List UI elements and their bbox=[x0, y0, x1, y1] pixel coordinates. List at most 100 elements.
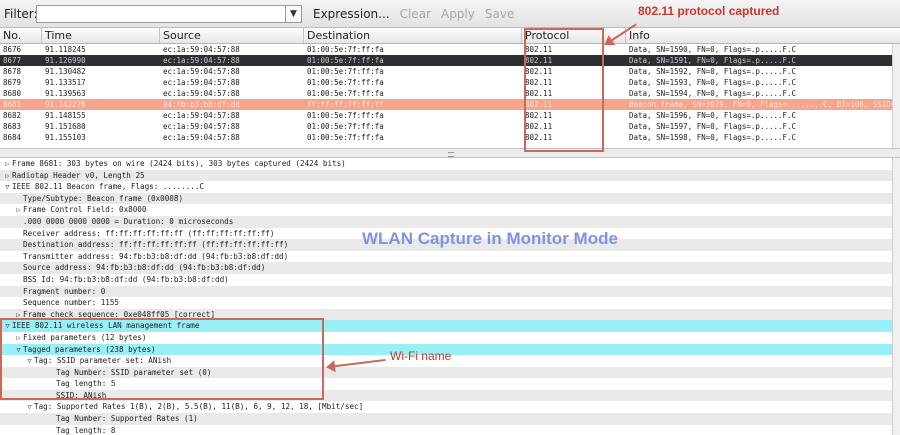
packet-cell-no: 8677 bbox=[3, 56, 22, 65]
detail-row[interactable]: ▷ Frame 8681: 303 bytes on wire (2424 bit… bbox=[0, 158, 900, 170]
packet-list: No. Time Source Destination Protocol Inf… bbox=[0, 28, 900, 148]
packet-row[interactable]: 8679 91.133517 ec:1a:59:04:57:88 01:00:5e:7… bbox=[0, 77, 900, 88]
detail-row[interactable]: ▽ IEEE 802.11 Beacon frame, Flags: ......… bbox=[0, 181, 900, 193]
packet-row[interactable]: 8684 91.155103 ec:1a:59:04:57:88 01:00:5e:7… bbox=[0, 132, 900, 143]
packet-cell-no: 8678 bbox=[3, 67, 22, 76]
filter-dropdown-icon[interactable]: ▼ bbox=[286, 4, 302, 23]
detail-row[interactable]: Fragment number: 0 bbox=[0, 285, 900, 298]
packet-cell-time: 91.130482 bbox=[45, 67, 86, 76]
packet-cell-no: 8682 bbox=[3, 111, 22, 120]
watermark-title: WLAN Capture in Monitor Mode bbox=[362, 229, 618, 248]
packet-cell-info: Data, SN=1591, FN=0, Flags=.p.....F.C bbox=[629, 56, 797, 65]
packet-cell-dst: 01:00:5e:7f:ff:fa bbox=[307, 56, 384, 65]
packet-cell-src: ec:1a:59:04:57:88 bbox=[163, 133, 240, 142]
save-button[interactable]: Save bbox=[480, 7, 519, 21]
protocol-highlight-box bbox=[524, 28, 604, 152]
packet-cell-no: 8679 bbox=[3, 78, 22, 87]
packet-cell-src: ec:1a:59:04:57:88 bbox=[163, 67, 240, 76]
column-header-info[interactable]: Info bbox=[626, 28, 900, 43]
packet-cell-src: ec:1a:59:04:57:88 bbox=[163, 78, 240, 87]
detail-text: Tag length: 8 bbox=[56, 425, 116, 435]
protocol-callout: 802.11 protocol captured bbox=[638, 4, 780, 18]
detail-row[interactable]: Tag Number: Supported Rates (1) bbox=[0, 413, 900, 425]
packet-cell-dst: 01:00:5e:7f:ff:fa bbox=[307, 78, 384, 87]
packet-row[interactable]: 8683 91.151680 ec:1a:59:04:57:88 01:00:5e:7… bbox=[0, 121, 900, 132]
packet-row[interactable]: 8682 91.148155 ec:1a:59:04:57:88 01:00:5e:7… bbox=[0, 110, 900, 121]
packet-cell-src: ec:1a:59:04:57:88 bbox=[163, 89, 240, 98]
packet-row[interactable]: 8680 91.139563 ec:1a:59:04:57:88 01:00:5e:7… bbox=[0, 88, 900, 99]
wifi-name-callout: Wi-Fi name bbox=[390, 349, 452, 363]
packet-cell-no: 8681 bbox=[3, 100, 22, 109]
packet-cell-no: 8683 bbox=[3, 122, 22, 131]
packet-cell-dst: ff:ff:ff:ff:ff:ff bbox=[307, 100, 384, 109]
detail-text: Tag Number: Supported Rates (1) bbox=[56, 414, 198, 424]
packet-cell-src: ec:1a:59:04:57:88 bbox=[163, 45, 240, 54]
packet-cell-time: 91.118245 bbox=[45, 45, 86, 54]
packet-cell-src: ec:1a:59:04:57:88 bbox=[163, 111, 240, 120]
packet-cell-time: 91.155103 bbox=[45, 133, 86, 142]
detail-text: Frame 8681: 303 bytes on wire (2424 bits… bbox=[12, 159, 346, 168]
detail-text: Type/Subtype: Beacon frame (0x0008) bbox=[23, 193, 184, 203]
packet-cell-src: ec:1a:59:04:57:88 bbox=[163, 56, 240, 65]
detail-row[interactable]: ▷ Frame Control Field: 0x8000 bbox=[0, 204, 900, 216]
packet-cell-info: Data, SN=1594, FN=0, Flags=.p.....F.C bbox=[629, 89, 797, 98]
packet-cell-info: Data, SN=1598, FN=0, Flags=.p.....F.C bbox=[629, 133, 797, 142]
apply-button[interactable]: Apply bbox=[436, 7, 480, 21]
detail-text: BSS Id: 94:fb:b3:b8:df:dd (94:fb:b3:b8:d… bbox=[23, 274, 229, 284]
packet-row[interactable]: 8681 91.142276 94:fb:b3:b8:df:dd ff:ff:ff:f… bbox=[0, 99, 900, 110]
filter-input[interactable] bbox=[36, 4, 286, 23]
packet-cell-src: 94:fb:b3:b8:df:dd bbox=[163, 100, 240, 109]
packet-cell-no: 8680 bbox=[3, 89, 22, 98]
packet-cell-no: 8676 bbox=[3, 45, 22, 54]
detail-text: Destination address: ff:ff:ff:ff:ff:ff (… bbox=[23, 240, 289, 250]
packet-rows: 8676 91.118245 ec:1a:59:04:57:88 01:00:5e:7… bbox=[0, 44, 900, 143]
detail-row[interactable]: Tag length: 8 bbox=[0, 425, 900, 435]
detail-text: Radiotap Header v0, Length 25 bbox=[12, 170, 145, 180]
wifi-name-highlight-box bbox=[0, 318, 324, 400]
details-scrollbar[interactable] bbox=[892, 158, 900, 435]
column-header-destination[interactable]: Destination bbox=[304, 28, 522, 43]
column-header-source[interactable]: Source bbox=[160, 28, 304, 43]
detail-row[interactable]: Sequence number: 1155 bbox=[0, 297, 900, 309]
packet-cell-dst: 01:00:5e:7f:ff:fa bbox=[307, 133, 384, 142]
detail-row[interactable]: Type/Subtype: Beacon frame (0x0008) bbox=[0, 192, 900, 205]
packet-cell-dst: 01:00:5e:7f:ff:fa bbox=[307, 122, 384, 131]
detail-text: Tag: Supported Rates 1(B), 2(B), 5.5(B),… bbox=[34, 402, 364, 412]
detail-row[interactable]: ▷ Radiotap Header v0, Length 25 bbox=[0, 169, 900, 182]
packet-cell-time: 91.126990 bbox=[45, 56, 86, 65]
detail-row[interactable]: Transmitter address: 94:fb:b3:b8:df:dd (… bbox=[0, 251, 900, 263]
packet-cell-dst: 01:00:5e:7f:ff:fa bbox=[307, 111, 384, 120]
packet-cell-dst: 01:00:5e:7f:ff:fa bbox=[307, 45, 384, 54]
packet-row[interactable]: 8677 91.126990 ec:1a:59:04:57:88 01:00:5e:7… bbox=[0, 55, 900, 66]
expression-button[interactable]: Expression... bbox=[308, 7, 395, 21]
packet-cell-info: Beacon frame, SN=3079, FN=0, Flags=.....… bbox=[629, 100, 900, 109]
column-header-no[interactable]: No. bbox=[0, 28, 42, 43]
detail-text: Sequence number: 1155 bbox=[23, 298, 120, 308]
packet-cell-time: 91.133517 bbox=[45, 78, 86, 87]
packet-cell-time: 91.139563 bbox=[45, 89, 86, 98]
detail-text: Fragment number: 0 bbox=[23, 286, 106, 296]
clear-button[interactable]: Clear bbox=[395, 7, 436, 21]
packet-row[interactable]: 8676 91.118245 ec:1a:59:04:57:88 01:00:5e:7… bbox=[0, 44, 900, 55]
detail-row[interactable]: BSS Id: 94:fb:b3:b8:df:dd (94:fb:b3:b8:d… bbox=[0, 274, 900, 286]
packet-list-header: No. Time Source Destination Protocol Inf… bbox=[0, 28, 900, 44]
packet-cell-dst: 01:00:5e:7f:ff:fa bbox=[307, 89, 384, 98]
filter-label: Filter: bbox=[4, 6, 38, 21]
packet-cell-time: 91.142276 bbox=[45, 100, 86, 109]
detail-text: .000 0000 0000 0000 = Duration: 0 micros… bbox=[23, 216, 234, 226]
pane-splitter[interactable] bbox=[0, 148, 900, 158]
packet-cell-no: 8684 bbox=[3, 133, 22, 142]
detail-row[interactable]: Source address: 94:fb:b3:b8:df:dd (94:fb… bbox=[0, 262, 900, 274]
detail-text: Source address: 94:fb:b3:b8:df:dd (94:fb… bbox=[23, 263, 266, 273]
packet-list-scrollbar[interactable] bbox=[892, 44, 900, 148]
packet-cell-info: Data, SN=1593, FN=0, Flags=.p.....F.C bbox=[629, 78, 797, 87]
packet-cell-info: Data, SN=1596, FN=0, Flags=.p.....F.C bbox=[629, 111, 797, 120]
detail-row[interactable]: ▽ Tag: Supported Rates 1(B), 2(B), 5.5(B)… bbox=[0, 401, 900, 413]
packet-cell-src: ec:1a:59:04:57:88 bbox=[163, 122, 240, 131]
column-header-time[interactable]: Time bbox=[42, 28, 160, 43]
packet-row[interactable]: 8678 91.130482 ec:1a:59:04:57:88 01:00:5e:7… bbox=[0, 66, 900, 77]
packet-cell-time: 91.151680 bbox=[45, 122, 86, 131]
packet-cell-dst: 01:00:5e:7f:ff:fa bbox=[307, 67, 384, 76]
packet-cell-info: Data, SN=1592, FN=0, Flags=.p.....F.C bbox=[629, 67, 797, 76]
detail-row[interactable]: .000 0000 0000 0000 = Duration: 0 micros… bbox=[0, 215, 900, 228]
